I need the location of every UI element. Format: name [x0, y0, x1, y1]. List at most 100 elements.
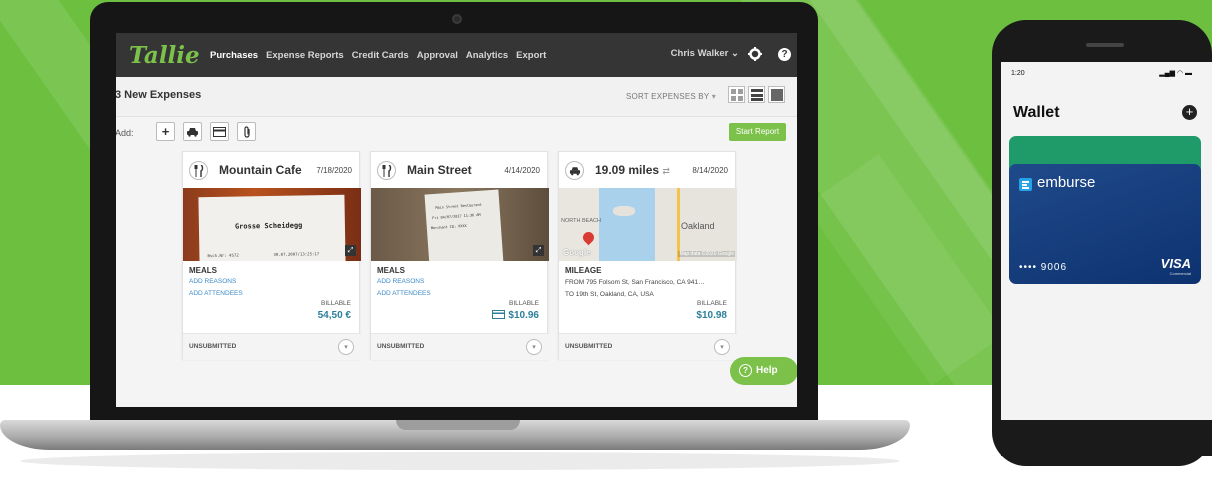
visa-sub-label: Commercial: [1169, 271, 1191, 276]
chevron-down-icon: ▾: [711, 92, 716, 101]
card-header: 19.09 miles ⇄ 8/14/2020: [559, 152, 735, 188]
add-attendees-link[interactable]: ADD ATTENDEES: [189, 290, 243, 297]
receipt-paper: Grosse Scheidegg Bsch.Nr: 4572 30.07.200…: [198, 194, 346, 261]
grid-view-icon[interactable]: [728, 86, 745, 103]
merchant-name: Mountain Cafe: [219, 163, 302, 177]
laptop-base: [0, 420, 910, 450]
route-map[interactable]: NORTH BEACH Oakland Google Map data ©202…: [559, 188, 737, 261]
receipt-text: Fri 04/07/2017 11:36 AM: [432, 212, 481, 221]
visa-logo: VISA: [1160, 256, 1191, 271]
car-icon: [565, 161, 584, 180]
expense-date: 8/14/2020: [692, 166, 728, 175]
add-toolbar: Add: + Start Report: [116, 117, 797, 149]
chevron-down-icon[interactable]: ▾: [338, 339, 354, 355]
status-time: 1:20: [1011, 70, 1025, 77]
expense-amount: 54,50 €: [317, 310, 351, 321]
fork-knife-icon: [189, 161, 208, 180]
receipt-image[interactable]: Main Street Restaurant Fri 04/07/2017 11…: [371, 188, 549, 261]
status-label: UNSUBMITTED: [565, 343, 613, 350]
receipt-text: Merchant ID: XXXX: [430, 223, 467, 231]
emburse-logo-icon: [1019, 178, 1032, 191]
paperclip-icon: [243, 126, 250, 138]
expense-date: 4/14/2020: [504, 166, 540, 175]
add-attendees-link[interactable]: ADD ATTENDEES: [377, 290, 431, 297]
help-label: Help: [756, 365, 778, 376]
start-report-button[interactable]: Start Report: [729, 123, 786, 141]
top-nav-bar: Tallie Purchases Expense Reports Credit …: [116, 33, 797, 77]
new-expenses-count: 3 New Expenses: [116, 89, 202, 101]
sort-label: SORT EXPENSES BY: [626, 92, 710, 101]
fork-knife-icon: [377, 161, 396, 180]
add-label: Add:: [116, 128, 134, 138]
nav-credit-cards[interactable]: Credit Cards: [348, 50, 413, 61]
receipt-text: Bsch.Nr: 4572: [207, 252, 239, 259]
mileage-from: FROM 795 Folsom St, San Francisco, CA 94…: [565, 279, 705, 286]
receipt-text: Main Street Restaurant: [435, 202, 482, 210]
card-footer: UNSUBMITTED ▾: [183, 333, 361, 360]
billable-label: BILLABLE: [509, 300, 539, 307]
merchant-name: Main Street: [407, 163, 472, 177]
distance-value: 19.09 miles: [595, 163, 660, 177]
receipt-paper: Main Street Restaurant Fri 04/07/2017 11…: [424, 189, 504, 261]
expense-category: MEALS: [377, 266, 405, 275]
laptop-camera: [452, 14, 462, 24]
list-view-icon[interactable]: [748, 86, 765, 103]
sort-dropdown[interactable]: SORT EXPENSES BY ▾: [626, 92, 716, 101]
receipt-text: 30.07.2007/13:25:17: [273, 251, 320, 257]
app-logo[interactable]: Tallie: [129, 42, 206, 69]
round-trip-icon: ⇄: [662, 166, 670, 176]
expense-card[interactable]: Main Street 4/14/2020 Main Street Restau…: [370, 151, 549, 360]
expenses-subheader: 3 New Expenses SORT EXPENSES BY ▾: [116, 77, 797, 117]
gear-icon[interactable]: [747, 46, 763, 62]
card-footer: UNSUBMITTED ▾: [371, 333, 549, 360]
expand-icon[interactable]: ⤢: [345, 245, 356, 256]
expense-category: MILEAGE: [565, 266, 602, 275]
google-logo: Google: [563, 248, 591, 257]
attach-receipt-button[interactable]: [237, 122, 256, 141]
status-label: UNSUBMITTED: [189, 343, 237, 350]
phone-bottom-bezel: [1001, 420, 1212, 456]
nav-purchases[interactable]: Purchases: [206, 50, 262, 61]
expense-card[interactable]: 19.09 miles ⇄ 8/14/2020 NORTH BEACH Oakl…: [558, 151, 737, 360]
add-expense-button[interactable]: +: [156, 122, 175, 141]
amount-value: $10.96: [508, 310, 539, 321]
expense-date: 7/18/2020: [316, 166, 352, 175]
expense-card[interactable]: Mountain Cafe 7/18/2020 Grosse Scheidegg…: [182, 151, 361, 360]
user-menu[interactable]: Chris Walker ⌄: [671, 48, 739, 59]
plus-icon: +: [161, 124, 170, 139]
help-button[interactable]: ? Help: [730, 357, 797, 385]
status-label: UNSUBMITTED: [377, 343, 425, 350]
add-card-button[interactable]: [210, 122, 229, 141]
map-label: Oakland: [681, 221, 715, 231]
mileage-to: TO 19th St, Oakland, CA, USA: [565, 291, 654, 298]
nav-approval[interactable]: Approval: [413, 50, 462, 61]
billable-label: BILLABLE: [321, 300, 351, 307]
card-brand: emburse: [1037, 174, 1096, 191]
add-reasons-link[interactable]: ADD REASONS: [189, 278, 236, 285]
help-icon[interactable]: ?: [778, 48, 791, 61]
expense-category: MEALS: [189, 266, 217, 275]
receipt-image[interactable]: Grosse Scheidegg Bsch.Nr: 4572 30.07.200…: [183, 188, 361, 261]
card-header: Mountain Cafe 7/18/2020: [183, 152, 359, 188]
table-view-icon[interactable]: [768, 86, 785, 103]
app-screen: Tallie Purchases Expense Reports Credit …: [116, 33, 797, 407]
map-label: NORTH BEACH: [561, 218, 601, 224]
add-reasons-link[interactable]: ADD REASONS: [377, 278, 424, 285]
emburse-card[interactable]: emburse •••• 9006 VISA Commercial: [1009, 164, 1201, 284]
chevron-down-icon[interactable]: ▾: [526, 339, 542, 355]
card-header: Main Street 4/14/2020: [371, 152, 547, 188]
question-icon: ?: [739, 364, 752, 377]
nav-export[interactable]: Export: [512, 50, 550, 61]
laptop-notch: [396, 420, 520, 430]
main-nav: Purchases Expense Reports Credit Cards A…: [206, 50, 550, 61]
add-mileage-button[interactable]: [183, 122, 202, 141]
chevron-down-icon[interactable]: ▾: [714, 339, 730, 355]
map-island: [613, 206, 635, 216]
nav-expense-reports[interactable]: Expense Reports: [262, 50, 348, 61]
user-name: Chris Walker: [670, 48, 729, 59]
expand-icon[interactable]: ⤢: [533, 245, 544, 256]
credit-card-icon: [213, 127, 226, 137]
add-card-plus-icon[interactable]: +: [1182, 105, 1197, 120]
phone-speaker: [1086, 43, 1124, 47]
nav-analytics[interactable]: Analytics: [462, 50, 512, 61]
